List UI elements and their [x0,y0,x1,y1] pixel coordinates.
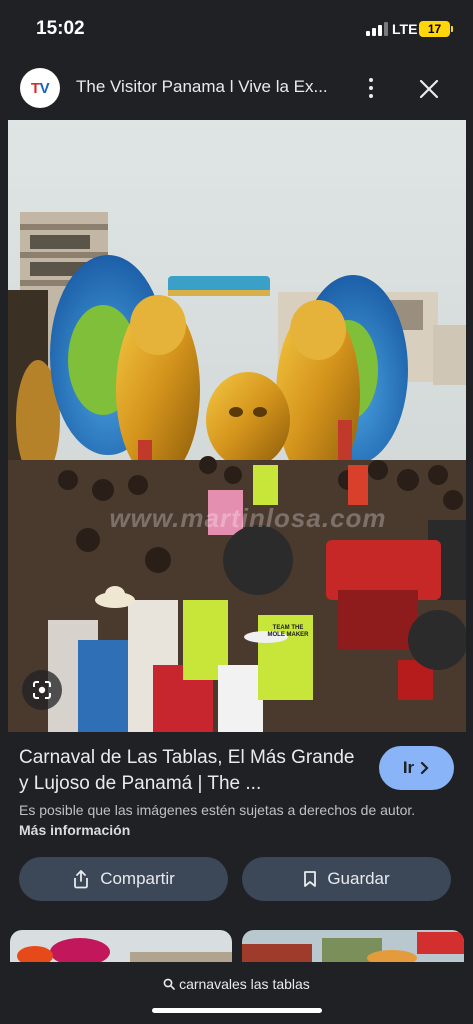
bottom-bar [0,962,473,1024]
search-icon [163,978,175,990]
save-label: Guardar [327,869,390,888]
visit-button[interactable]: Ir [379,746,454,790]
related-image-preview [242,930,464,964]
bookmark-icon [304,871,317,887]
lens-search-button[interactable] [22,670,62,710]
logo-letter-v: V [39,79,50,97]
site-logo[interactable]: TV [20,68,60,108]
carnival-photo [8,120,466,732]
home-indicator[interactable] [152,1008,322,1013]
site-title[interactable]: The Visitor Panama l Vive la Ex... [76,77,346,97]
related-image-preview [10,930,232,964]
share-label: Compartir [100,869,175,888]
signal-icon [366,22,388,36]
related-image[interactable] [242,930,464,964]
save-button[interactable]: Guardar [242,857,451,901]
shirt-print: TEAM THE MOLE MAKER [267,625,309,638]
network-label: LTE [392,21,418,37]
more-info-link[interactable]: Más información [19,822,130,838]
related-image[interactable] [10,930,232,964]
battery-icon: 17 [419,21,450,37]
battery-tip [451,26,453,32]
share-icon [74,870,89,889]
search-query[interactable]: carnavales las tablas [0,976,473,992]
chevron-right-icon [421,761,429,775]
more-options-icon[interactable] [361,76,381,100]
result-image[interactable]: www.martinlosa.com TEAM THE MOLE MAKER [8,120,466,732]
share-button[interactable]: Compartir [19,857,228,901]
copyright-text: Es posible que las imágenes estén sujeta… [19,802,416,818]
copyright-notice: Es posible que las imágenes estén sujeta… [19,800,439,840]
logo-letter-t: T [30,79,40,97]
lens-icon [33,681,51,699]
visit-button-label: Ir [402,758,415,777]
status-time: 15:02 [36,18,85,39]
image-watermark: www.martinlosa.com [109,503,387,533]
result-title[interactable]: Carnaval de Las Tablas, El Más Grande y … [19,745,359,797]
search-query-text: carnavales las tablas [179,976,310,992]
close-icon[interactable] [417,77,441,101]
